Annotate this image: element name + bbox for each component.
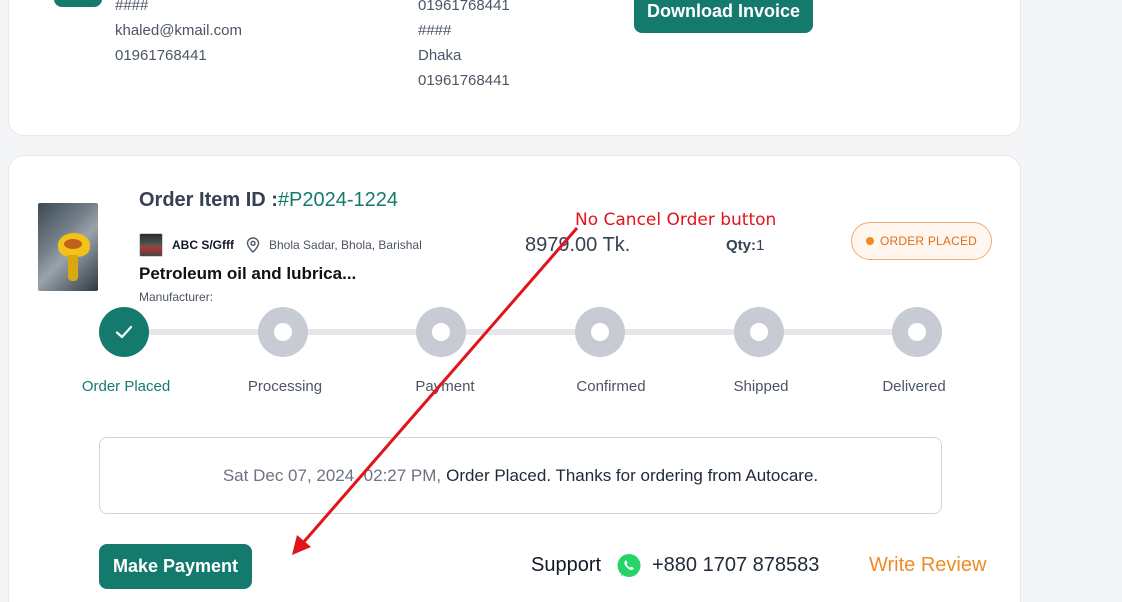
- status-badge: ORDER PLACED: [851, 222, 992, 260]
- status-text: ORDER PLACED: [879, 234, 978, 248]
- shipping-phone-top: 01961768441: [418, 0, 510, 14]
- shop-name[interactable]: ABC S/Gfff: [172, 238, 234, 252]
- location-pin-icon: [246, 237, 260, 253]
- item-quantity: Qty:1: [726, 237, 764, 254]
- product-image[interactable]: [38, 203, 98, 291]
- step-label-confirmed: Confirmed: [576, 378, 646, 395]
- support-label: Support: [531, 554, 602, 576]
- support-phone[interactable]: +880 1707 878583: [652, 554, 819, 577]
- product-name[interactable]: Petroleum oil and lubrica...: [139, 264, 356, 284]
- manufacturer-label: Manufacturer:: [139, 290, 214, 304]
- step-circle-delivered: [892, 307, 942, 357]
- step-label-shipped: Shipped: [733, 378, 789, 395]
- step-circle-order-placed: [99, 307, 149, 357]
- write-review-link[interactable]: Write Review: [869, 554, 986, 577]
- order-item-title-label: Order Item ID :: [139, 189, 278, 211]
- step-label-payment: Payment: [415, 378, 475, 395]
- qty-value: 1: [756, 237, 765, 254]
- order-message-box: Sat Dec 07, 2024, 02:27 PM, Order Placed…: [99, 437, 942, 514]
- step-label-processing: Processing: [247, 378, 323, 395]
- billing-phone: 01961768441: [115, 47, 207, 64]
- billing-address: #### khaled@kmail.com 01961768441: [115, 0, 242, 68]
- billing-masked-line: ####: [115, 0, 149, 14]
- step-circle-shipped: [734, 307, 784, 357]
- step-label-delivered: Delivered: [882, 378, 946, 395]
- tracker-line: [124, 329, 917, 335]
- status-dot-icon: [865, 237, 874, 245]
- item-price: 8979.00 Tk.: [525, 234, 631, 256]
- order-item-card: Order Item ID :#P2024-1224 ABC S/Gfff Bh…: [8, 155, 1021, 602]
- shipping-address: 01961768441 #### Dhaka 01961768441: [418, 0, 510, 93]
- shipping-phone: 01961768441: [418, 72, 510, 89]
- shop-location: Bhola Sadar, Bhola, Barishal: [269, 238, 422, 252]
- message-timestamp: Sat Dec 07, 2024, 02:27 PM,: [222, 465, 442, 485]
- shipping-masked-line: ####: [418, 22, 452, 39]
- check-icon: [115, 325, 133, 339]
- step-circle-payment: [416, 307, 466, 357]
- step-circle-confirmed: [575, 307, 625, 357]
- shop-logo[interactable]: [139, 233, 163, 257]
- message-text: Order Placed. Thanks for ordering from A…: [446, 465, 819, 485]
- shop-row: ABC S/Gfff Bhola Sadar, Bhola, Barishal: [139, 233, 422, 257]
- order-item-title: Order Item ID :#P2024-1224: [139, 189, 398, 212]
- qty-label: Qty:: [726, 237, 756, 254]
- shipping-city: Dhaka: [418, 47, 462, 64]
- billing-email: khaled@kmail.com: [115, 22, 242, 39]
- download-invoice-button[interactable]: Download Invoice: [634, 0, 813, 33]
- whatsapp-icon[interactable]: [616, 553, 642, 579]
- top-button-partial[interactable]: [54, 0, 102, 7]
- step-circle-processing: [258, 307, 308, 357]
- order-item-id: #P2024-1224: [277, 189, 399, 211]
- step-label-order-placed: Order Placed: [81, 378, 171, 395]
- order-address-card: #### khaled@kmail.com 01961768441 019617…: [8, 0, 1021, 136]
- make-payment-button[interactable]: Make Payment: [99, 544, 252, 589]
- annotation-label: No Cancel Order button: [575, 210, 777, 230]
